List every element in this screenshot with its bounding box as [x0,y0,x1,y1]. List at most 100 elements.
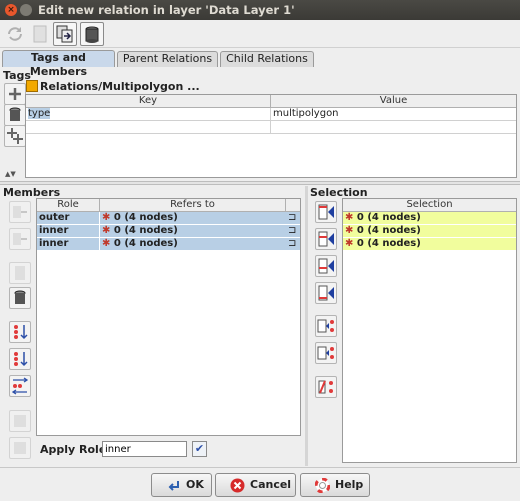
connection-icon: ⊐ [286,238,300,251]
select-members-button[interactable] [315,315,337,337]
member-refers-cell: ✱ 0 (4 nodes) [100,212,286,225]
select-in-relation-button[interactable] [315,342,337,364]
ok-icon [168,481,179,491]
page-icon [33,25,47,43]
add-selected-at-start-button[interactable] [315,201,337,223]
members-extra-header [286,199,300,212]
select-icon [317,346,334,360]
member-role-cell[interactable]: outer [37,212,100,225]
add-last-icon [318,285,334,301]
members-role-header: Role [37,199,100,212]
ok-label: OK [186,478,204,491]
members-refers-header: Refers to [100,199,286,212]
add-tags-button[interactable] [4,125,26,147]
minimize-window-button[interactable] [20,4,32,16]
add-selected-before-button[interactable] [315,228,337,250]
multi-plus-icon [7,128,23,144]
edit-member-button[interactable] [9,262,31,284]
cancel-button[interactable]: Cancel [215,473,296,497]
way-icon: ✱ [345,225,354,236]
delete-relation-button[interactable] [80,22,104,46]
delete-tag-button[interactable] [4,104,26,126]
remove-member-button[interactable] [9,287,31,309]
tags-key-header: Key [26,95,271,108]
tab-bar: Tags and Members Parent Relations Child … [0,49,520,78]
help-label: Help [335,478,364,491]
move-up-button[interactable] [9,201,31,223]
download-icon [14,415,26,427]
check-icon: ✔ [194,442,205,455]
selection-row-text: 0 (4 nodes) [356,238,421,249]
download-icon [14,442,26,454]
tag-value-cell[interactable]: multipolygon [271,108,516,121]
member-refers-text: 0 (4 nodes) [113,225,178,236]
add-selected-after-button[interactable] [315,255,337,277]
member-role-cell[interactable]: inner [37,238,100,251]
reverse-icon [11,377,29,395]
selection-row-text: 0 (4 nodes) [356,225,421,236]
member-refers-text: 0 (4 nodes) [113,212,178,223]
tags-value-header: Value [271,95,516,108]
add-selected-at-end-button[interactable] [315,282,337,304]
refresh-button[interactable] [3,22,27,46]
member-role-cell[interactable]: inner [37,225,100,238]
member-refers-cell: ✱ 0 (4 nodes) [100,225,286,238]
tab-tags-and-members[interactable]: Tags and Members [2,50,115,78]
cancel-label: Cancel [250,478,292,491]
page-arrow-icon [13,206,27,218]
add-before-icon [318,231,334,247]
selection-row[interactable]: ✱ 0 (4 nodes) [343,212,516,225]
remove-selected-icon [318,380,333,394]
selection-row-text: 0 (4 nodes) [356,212,421,223]
remove-selected-button[interactable] [315,376,337,398]
selection-header: Selection [343,199,516,212]
sort-icon [14,325,28,340]
apply-role-input[interactable] [102,441,187,457]
way-icon: ✱ [102,225,111,236]
connection-icon: ⊐ [286,225,300,238]
select-icon [317,319,334,333]
trash-icon [9,107,21,121]
preset-link[interactable]: Relations/Multipolygon ... [40,80,200,93]
page-icon [15,266,25,280]
preset-icon [26,80,38,92]
tag-empty-value-cell[interactable] [271,121,516,134]
members-table: Role Refers to outer ✱ 0 (4 nodes) ⊐ inn… [36,198,301,436]
move-down-button[interactable] [9,228,31,250]
lifebuoy-icon [315,478,330,493]
sort-below-button[interactable] [9,348,31,370]
trash-icon [14,290,26,304]
tag-key-text: type [28,108,51,119]
way-icon: ✱ [345,212,354,223]
collapse-arrows-icon[interactable]: ▲▼ [5,170,16,178]
tab-child-relations[interactable]: Child Relations [220,51,314,67]
help-button[interactable]: Help [300,473,370,497]
member-refers-cell: ✱ 0 (4 nodes) [100,238,286,251]
sort-icon [14,352,28,367]
add-after-icon [318,258,334,274]
reverse-members-button[interactable] [9,375,31,397]
close-window-button[interactable]: × [5,4,17,16]
cancel-icon [230,478,245,493]
apply-button[interactable] [28,22,52,46]
ok-button[interactable]: OK [151,473,212,497]
member-refers-text: 0 (4 nodes) [113,238,178,249]
way-icon: ✱ [102,238,111,249]
vertical-splitter[interactable] [305,186,308,466]
tag-empty-key-cell[interactable] [26,121,271,134]
horizontal-splitter[interactable] [0,181,520,185]
tab-parent-relations[interactable]: Parent Relations [117,51,218,67]
apply-role-button[interactable]: ✔ [192,441,207,457]
tag-key-cell[interactable]: type [26,108,271,121]
page-arrow-icon [13,233,27,245]
toolbar [0,20,520,48]
selection-row[interactable]: ✱ 0 (4 nodes) [343,238,516,251]
divider [0,467,520,468]
download-incomplete-button[interactable] [9,437,31,459]
download-members-button[interactable] [9,410,31,432]
add-tag-button[interactable] [4,83,26,105]
apply-role-label: Apply Role: [40,443,111,456]
sort-members-button[interactable] [9,321,31,343]
duplicate-relation-button[interactable] [53,22,77,46]
selection-row[interactable]: ✱ 0 (4 nodes) [343,225,516,238]
